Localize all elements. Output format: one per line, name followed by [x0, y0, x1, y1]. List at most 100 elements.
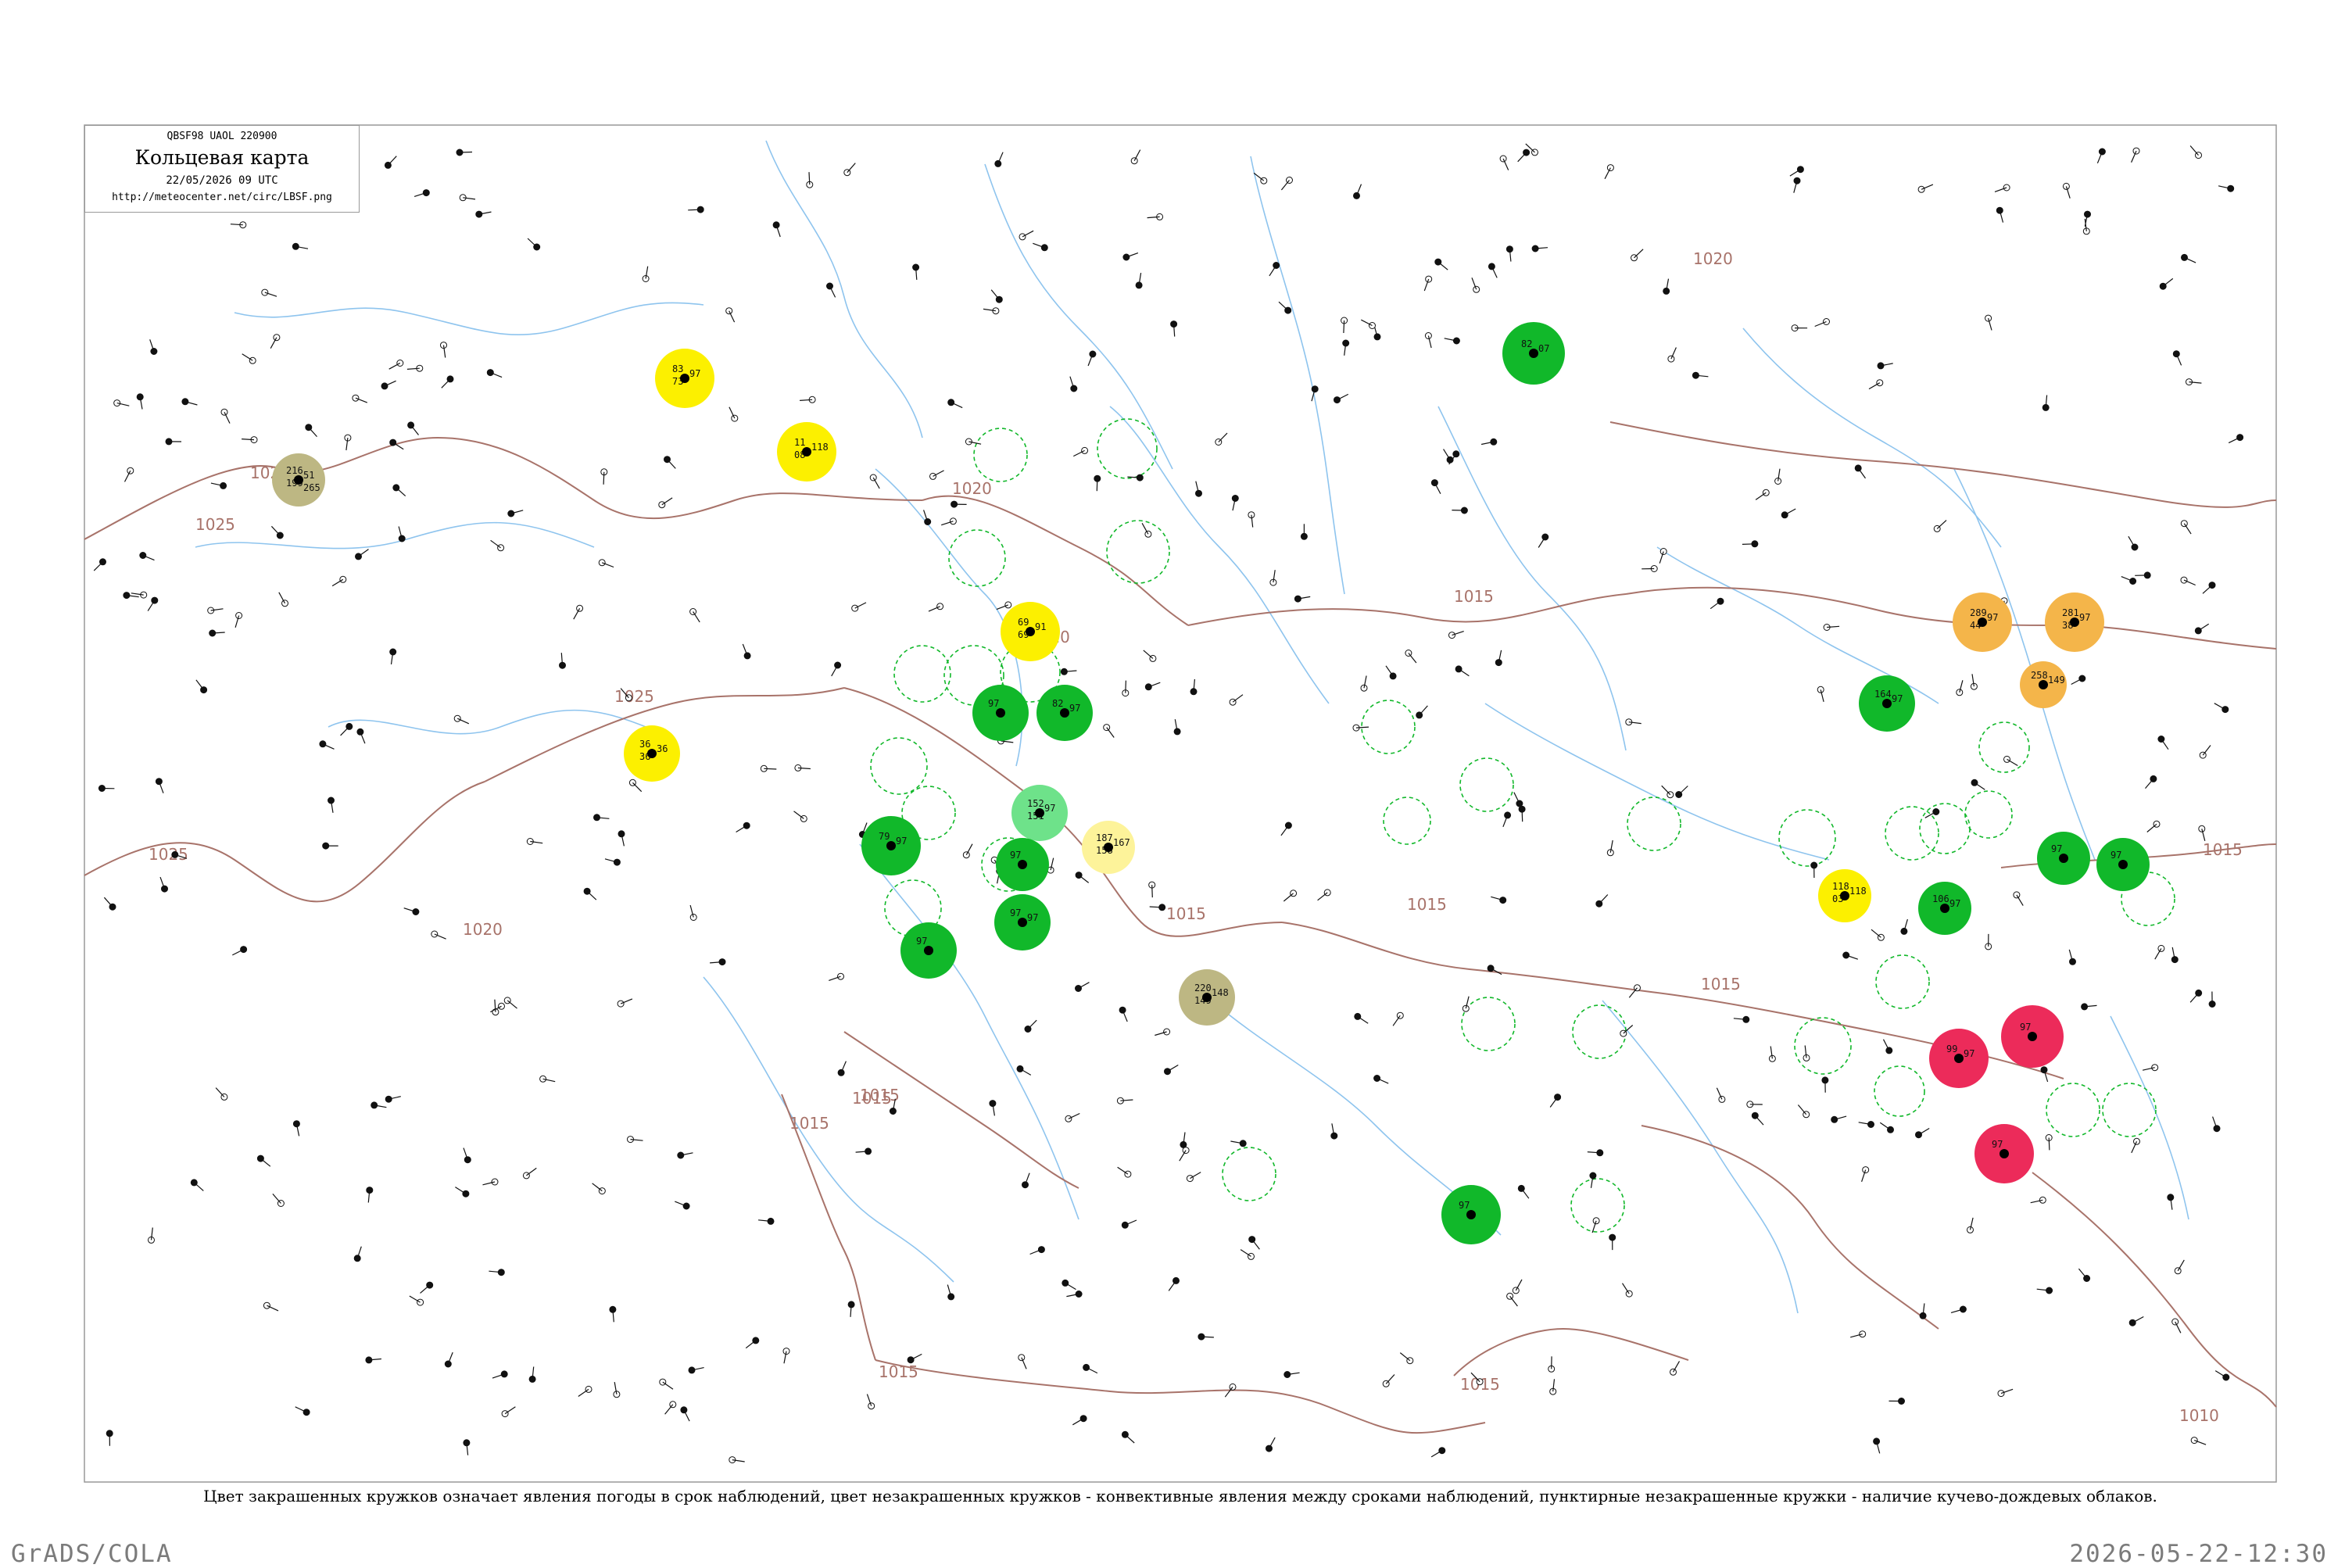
station-dot — [2070, 618, 2079, 627]
isobar-label: 1025 — [195, 515, 235, 534]
station-value: 220 — [1194, 983, 1212, 993]
station-value: 82 — [1052, 698, 1063, 709]
station-dot — [1954, 1054, 1964, 1063]
station-dot — [647, 749, 657, 758]
station-value: 97 — [1459, 1200, 1470, 1211]
wind-barb — [1522, 809, 1523, 822]
legend-caption: Цвет закрашенных кружков означает явлени… — [84, 1487, 2276, 1505]
station-dot — [2000, 1149, 2009, 1158]
station-value: 281 — [2062, 607, 2079, 618]
station-dot — [996, 708, 1005, 718]
isobar-label: 1020 — [952, 479, 992, 498]
isobar-label: 1015 — [1701, 975, 1741, 993]
station-value: 36 — [657, 743, 668, 754]
isobar-label: 1015 — [789, 1114, 829, 1133]
station-dot — [1035, 808, 1044, 818]
station-dot — [1882, 699, 1892, 708]
station-value: 97 — [988, 698, 999, 709]
map-header: QBSF98 UAOL 220900 Кольцевая карта 22/05… — [84, 125, 360, 213]
isobar-label: 1010 — [2179, 1406, 2219, 1425]
station-value: 97 — [896, 836, 907, 847]
wind-barb — [688, 209, 700, 210]
station-value: 97 — [1892, 693, 1903, 704]
isobar-label: 1015 — [1407, 895, 1447, 914]
map-date: 22/05/2026 09 UTC — [85, 174, 359, 187]
station-value: 164 — [1874, 689, 1892, 700]
station-dot — [1026, 627, 1035, 636]
station-value: 118 — [811, 442, 829, 453]
map-title: Кольцевая карта — [85, 146, 359, 169]
station-value: 216 — [286, 465, 303, 476]
station-value: 97 — [1010, 850, 1021, 861]
map-url: http://meteocenter.net/circ/LBSF.png — [85, 192, 359, 203]
station-value: 97 — [1949, 898, 1960, 909]
station-value: 97 — [1964, 1048, 1974, 1059]
station-value: 91 — [1035, 621, 1046, 632]
wind-barb — [2049, 1138, 2050, 1151]
station-dot — [1940, 904, 1949, 913]
station-dot — [1104, 843, 1113, 852]
station-value: 149 — [2048, 675, 2065, 686]
isobar-label: 1015 — [1166, 904, 1206, 923]
isobar-label: 1020 — [1693, 249, 1733, 268]
station-value: 82 — [1521, 338, 1532, 349]
station-value: 97 — [2020, 1022, 2031, 1033]
station-dot — [1978, 618, 1987, 627]
station-value: 97 — [1987, 612, 1998, 623]
wind-barb — [809, 172, 810, 184]
station-value: 106 — [1932, 893, 1949, 904]
grads-credit: GrADS/COLA — [11, 1540, 173, 1568]
isobar-label: 1025 — [149, 845, 188, 864]
station-value: 97 — [1992, 1139, 2003, 1150]
station-dot — [2118, 860, 2128, 869]
station-value: 36 — [639, 739, 650, 750]
wind-barb — [603, 472, 604, 485]
station-dot — [1018, 860, 1027, 869]
station-value: 07 — [1538, 343, 1549, 354]
station-dot — [680, 374, 689, 383]
isobar-label: 1015 — [860, 1086, 900, 1104]
station-dot — [1018, 918, 1027, 927]
station-value: 187 — [1096, 832, 1113, 843]
station-value: 97 — [916, 936, 927, 947]
station-value: 97 — [2110, 850, 2121, 861]
bulletin-code: QBSF98 UAOL 220900 — [85, 131, 359, 142]
station-value: 97 — [1010, 908, 1021, 918]
station-dot — [1202, 993, 1212, 1002]
station-value: 97 — [1027, 912, 1038, 923]
station-dot — [1840, 891, 1849, 900]
station-dot — [1529, 349, 1538, 358]
station-dot — [886, 841, 896, 850]
isobar-label: 1015 — [879, 1362, 918, 1381]
render-timestamp: 2026-05-22-12:30 — [2069, 1540, 2328, 1568]
station-value: 97 — [1069, 703, 1080, 714]
isobar-label: 1015 — [2203, 840, 2243, 859]
station-dot — [1466, 1210, 1476, 1219]
isobar-label: 1015 — [1454, 587, 1494, 606]
station-dot — [2059, 854, 2068, 863]
wind-barb — [460, 152, 472, 153]
station-value: 97 — [689, 368, 700, 379]
station-value: 99 — [1946, 1044, 1957, 1054]
weather-station-map: 1025 1025 1025 1025 1020 1020 1020 1020 … — [0, 0, 2345, 1563]
station-dot — [924, 946, 933, 955]
station-value: 118 — [1832, 881, 1849, 892]
isobar-label: 1025 — [614, 687, 654, 706]
station-value: 258 — [2031, 670, 2048, 681]
station-value: 118 — [1849, 886, 1867, 897]
station-value: 11 — [794, 437, 805, 448]
station-value: 97 — [1044, 803, 1055, 814]
station-dot — [2039, 680, 2048, 689]
isobar-label: 1020 — [463, 920, 503, 939]
station-value: 51 — [303, 470, 314, 481]
station-value: 83 — [672, 363, 683, 374]
station-value: 289 — [1970, 607, 1987, 618]
station-value: 152 — [1027, 798, 1044, 809]
wind-barb — [1742, 544, 1755, 545]
station-value: 265 — [303, 482, 320, 493]
station-dot — [2028, 1032, 2037, 1041]
station-value: 69 — [1018, 617, 1029, 628]
wind-barb — [1150, 907, 1162, 908]
wind-barb — [764, 768, 776, 769]
wind-barb — [1152, 885, 1153, 897]
